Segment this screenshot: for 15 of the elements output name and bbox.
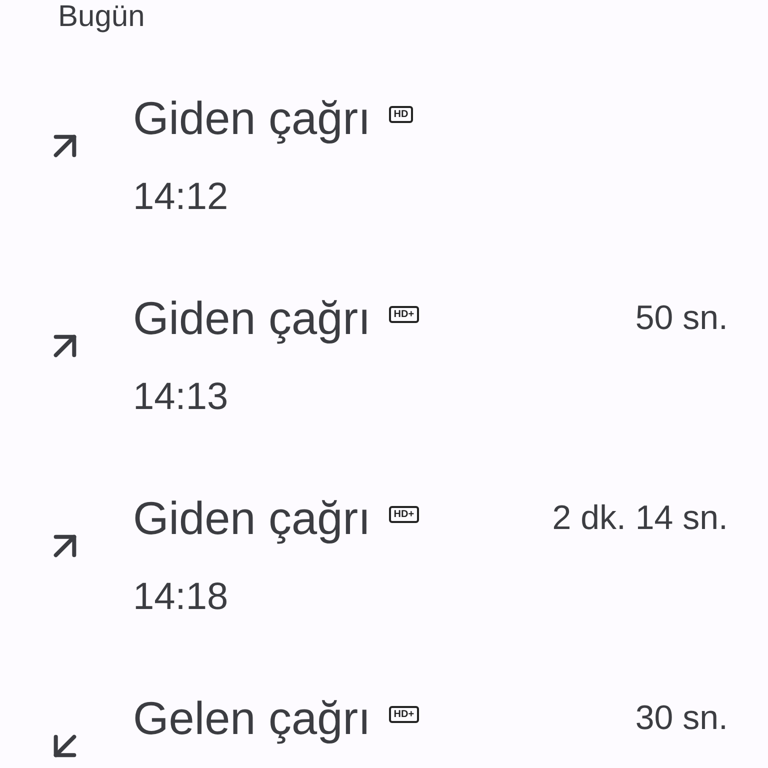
- call-type: Giden çağrı: [133, 91, 371, 146]
- hd-badge: HD+: [388, 506, 420, 522]
- call-time: 14:13: [133, 375, 228, 420]
- call-duration: 30 sn.: [635, 698, 728, 738]
- hd-badge: HD+: [388, 306, 420, 322]
- call-time: 14:18: [133, 575, 228, 620]
- call-type: Gelen çağrı: [133, 691, 371, 746]
- hd-badge: HD: [388, 106, 414, 122]
- call-duration: 2 dk. 14 sn.: [552, 498, 728, 538]
- call-type: Giden çağrı: [133, 291, 371, 346]
- call-type: Giden çağrı: [133, 491, 371, 546]
- hd-badge: HD+: [388, 706, 420, 722]
- call-duration: 50 sn.: [635, 298, 728, 338]
- section-header: Bugün: [58, 0, 145, 33]
- call-time: 14:12: [133, 175, 228, 220]
